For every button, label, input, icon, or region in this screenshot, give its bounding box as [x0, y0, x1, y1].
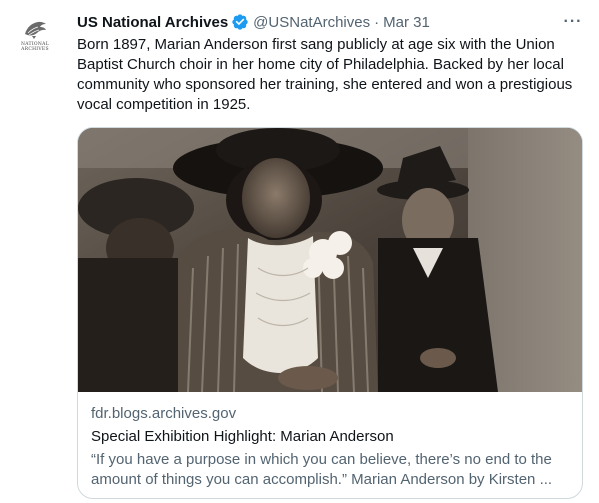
timestamp[interactable]: Mar 31: [383, 14, 430, 31]
tweet-header: US National Archives @USNatArchives · Ma…: [77, 11, 587, 33]
card-description: “If you have a purpose in which you can …: [91, 451, 553, 488]
card-domain: fdr.blogs.archives.gov: [91, 405, 237, 422]
verified-badge-icon[interactable]: [231, 13, 249, 31]
eagle-logo-icon: [25, 21, 46, 39]
tweet-text: Born 1897, Marian Anderson first sang pu…: [77, 35, 582, 115]
card-image[interactable]: [78, 128, 582, 392]
card-body[interactable]: fdr.blogs.archives.gov Special Exhibitio…: [91, 404, 573, 490]
avatar[interactable]: NATIONAL ARCHIVES: [18, 18, 52, 58]
logo-text: NATIONAL ARCHIVES: [21, 42, 49, 52]
tweet-body: Born 1897, Marian Anderson first sang pu…: [77, 36, 573, 113]
user-handle[interactable]: @USNatArchives: [253, 14, 370, 31]
separator-dot: ·: [374, 13, 380, 31]
card-title[interactable]: Special Exhibition Highlight: Marian And…: [91, 427, 573, 447]
display-name[interactable]: US National Archives: [77, 14, 228, 31]
more-options-icon[interactable]: ···: [561, 11, 585, 33]
tweet[interactable]: NATIONAL ARCHIVES US National Archives @…: [0, 0, 599, 503]
card-photo: [78, 128, 582, 392]
link-card[interactable]: fdr.blogs.archives.gov Special Exhibitio…: [77, 127, 583, 499]
